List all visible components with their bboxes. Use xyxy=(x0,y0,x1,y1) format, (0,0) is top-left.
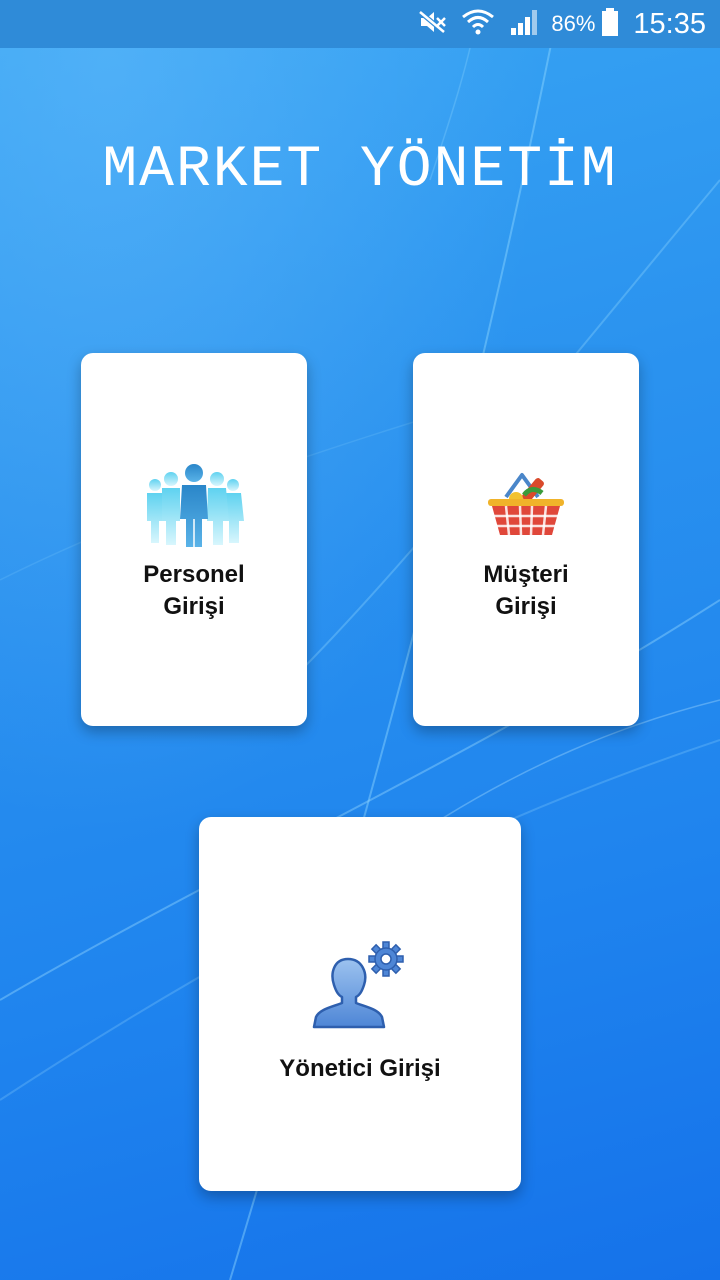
battery-percent: 86% xyxy=(551,11,596,36)
signal-icon xyxy=(509,8,541,41)
yonetici-login-card[interactable]: Yönetici Girişi xyxy=(199,817,521,1191)
personel-label-line2: Girişi xyxy=(163,593,225,620)
personel-login-card[interactable]: Personel Girişi xyxy=(81,353,307,726)
musteri-login-card[interactable]: Müşteri Girişi xyxy=(413,353,639,726)
wifi-icon xyxy=(461,7,495,42)
musteri-label-line1: Müşteri xyxy=(483,561,569,588)
admin-user-gear-icon xyxy=(312,941,404,1029)
app-title: MARKET YÖNETİM xyxy=(102,138,618,203)
musteri-login-label: Müşteri Girişi xyxy=(413,559,639,623)
mute-icon xyxy=(417,9,447,40)
musteri-label-line2: Girişi xyxy=(495,593,557,620)
yonetici-label-line1: Yönetici Girişi xyxy=(279,1055,441,1082)
people-group-icon xyxy=(147,464,244,547)
yonetici-login-label: Yönetici Girişi xyxy=(199,1053,521,1085)
clock: 15:35 xyxy=(633,7,706,40)
battery-icon xyxy=(601,7,619,42)
personel-login-label: Personel Girişi xyxy=(81,559,307,623)
personel-label-line1: Personel xyxy=(143,561,245,588)
status-bar: 86% 15:35 xyxy=(0,0,720,48)
shopping-basket-icon xyxy=(488,473,564,536)
